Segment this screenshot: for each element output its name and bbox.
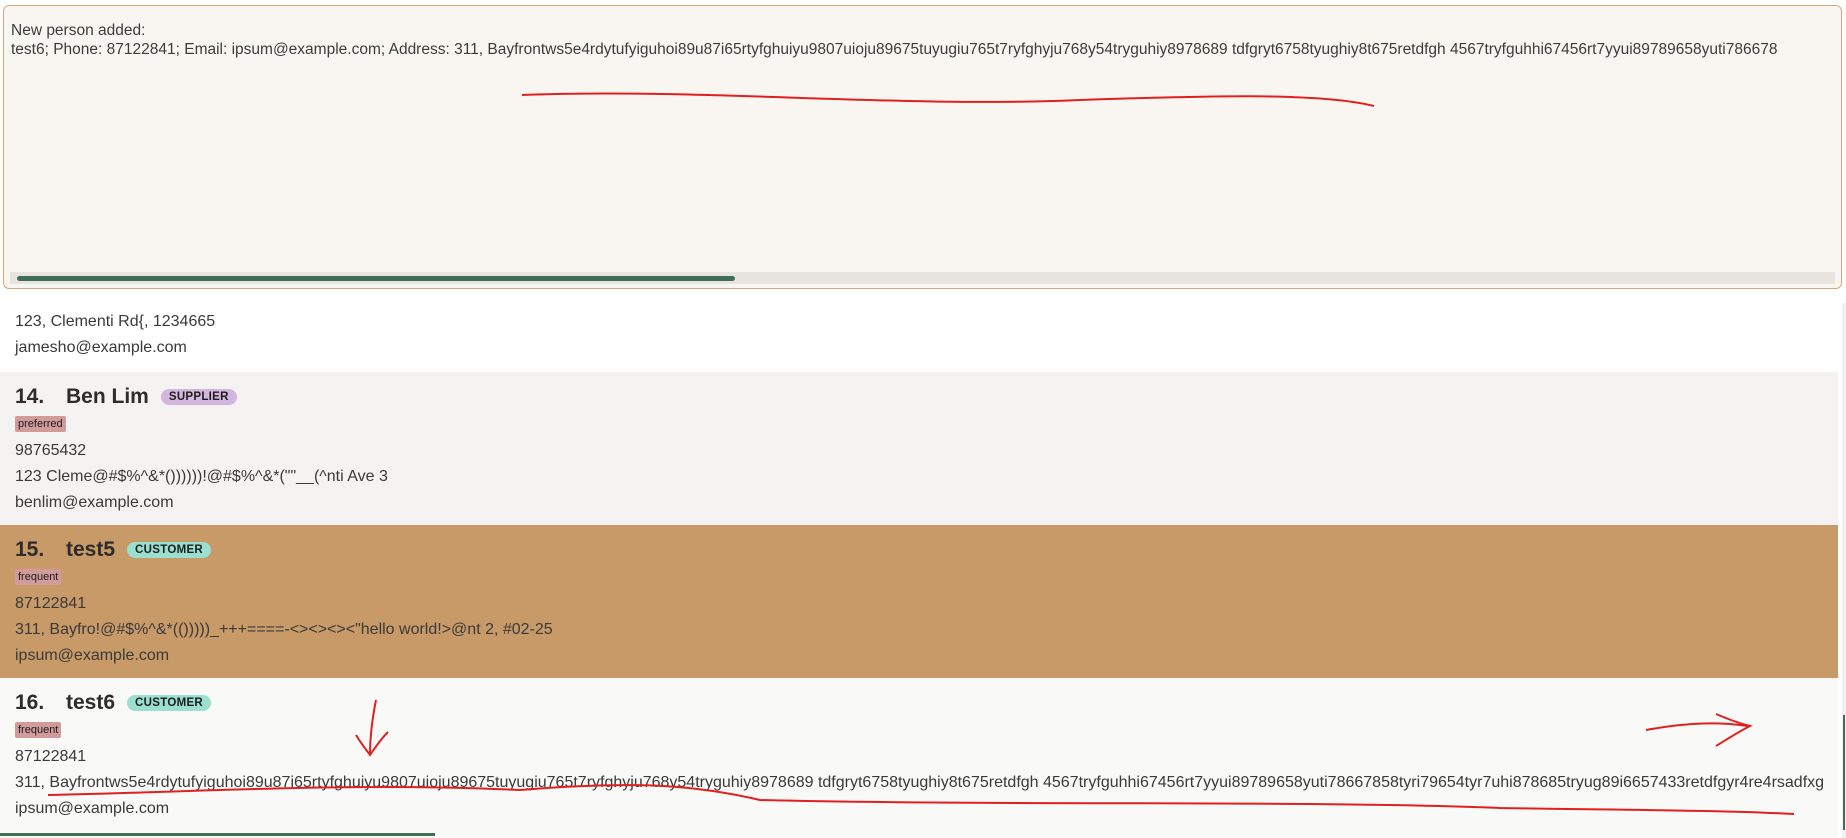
person-list[interactable]: 123, Clementi Rd{, 1234665 jamesho@examp…	[0, 303, 1840, 838]
result-text[interactable]: New person added: test6; Phone: 87122841…	[11, 21, 1841, 59]
person-address: 311, Bayfrontws5e4rdytufyiguhoi89u87i65r…	[15, 774, 1823, 791]
person-phone: 87122841	[15, 595, 87, 612]
person-card-selected[interactable]: 15. test5 CUSTOMER frequent 87122841 311…	[0, 525, 1838, 678]
person-name: Ben Lim	[66, 385, 149, 408]
result-horizontal-scrollbar[interactable]	[10, 272, 1835, 284]
role-badge: CUSTOMER	[127, 695, 212, 711]
person-name: test5	[66, 538, 116, 561]
person-phone: 98765432	[15, 442, 87, 459]
result-detail: test6; Phone: 87122841; Email: ipsum@exa…	[11, 41, 1778, 58]
person-header: 16. test6 CUSTOMER	[15, 691, 212, 715]
result-scroll-thumb[interactable]	[17, 276, 735, 281]
person-phone: 87122841	[15, 748, 87, 765]
person-index: 15.	[15, 538, 45, 561]
person-address: 311, Bayfro!@#$%^&*(()))))_+++====-<><><…	[15, 621, 553, 638]
person-card[interactable]: 14. Ben Lim SUPPLIER preferred 98765432 …	[0, 372, 1838, 525]
person-name: test6	[66, 691, 116, 714]
list-horizontal-scroll-thumb[interactable]	[0, 833, 435, 836]
person-index: 14.	[15, 385, 45, 408]
role-badge: CUSTOMER	[127, 542, 212, 558]
result-title: New person added:	[11, 22, 146, 39]
role-badge: SUPPLIER	[160, 389, 237, 405]
person-email: ipsum@example.com	[15, 647, 170, 664]
person-address: 123 Cleme@#$%^&*())))))!@#$%^&*(""__(^nt…	[15, 468, 388, 485]
person-email: jamesho@example.com	[15, 339, 187, 356]
person-email: ipsum@example.com	[15, 800, 170, 817]
person-tag: frequent	[15, 722, 62, 738]
person-index: 16.	[15, 691, 45, 714]
person-address: 123, Clementi Rd{, 1234665	[15, 313, 216, 330]
person-tag: frequent	[15, 569, 62, 585]
person-header: 15. test5 CUSTOMER	[15, 538, 212, 562]
list-vertical-scroll-thumb[interactable]	[1843, 715, 1845, 830]
result-display: New person added: test6; Phone: 87122841…	[3, 5, 1842, 289]
person-tag: preferred	[15, 416, 66, 432]
person-card[interactable]: 16. test6 CUSTOMER frequent 87122841 311…	[0, 678, 1838, 838]
person-email: benlim@example.com	[15, 494, 174, 511]
person-card-partial[interactable]: 123, Clementi Rd{, 1234665 jamesho@examp…	[0, 303, 1838, 372]
person-header: 14. Ben Lim SUPPLIER	[15, 385, 237, 409]
